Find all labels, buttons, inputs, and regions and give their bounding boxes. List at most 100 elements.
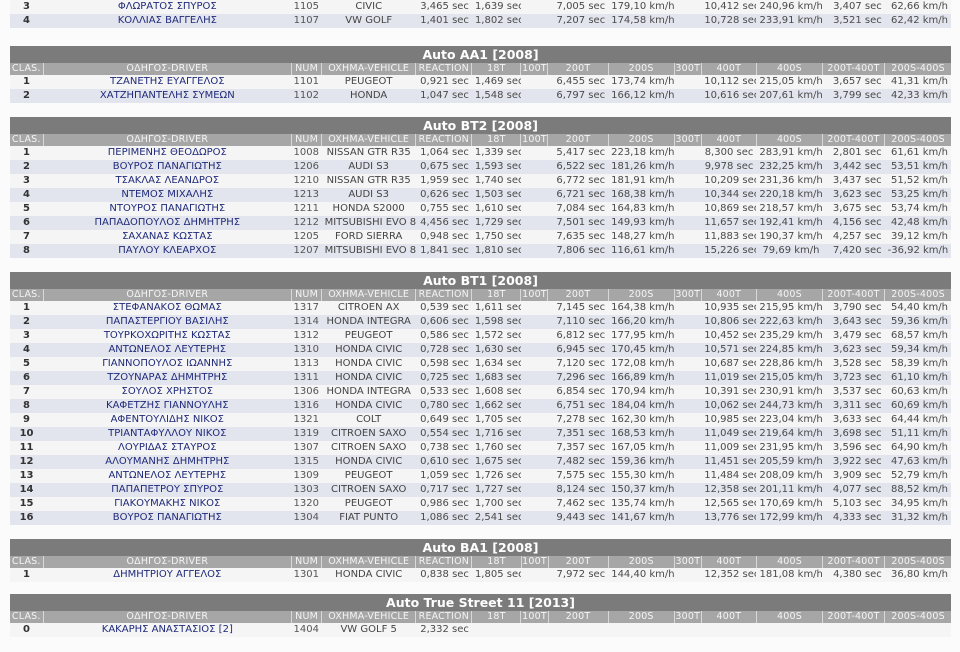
driver-cell[interactable]: ΧΑΤΖΗΠΑΝΤΕΛΗΣ ΣΥΜΕΩΝ (43, 89, 292, 103)
time-300t-cell (674, 568, 702, 582)
speed-200s-cell: 166,89 km/h (608, 371, 675, 385)
diff-time-cell: 4,077 sec (822, 483, 885, 497)
column-header: 100T (520, 63, 549, 75)
reaction-time-cell: 0,649 sec (415, 413, 472, 427)
driver-cell[interactable]: ΝΤΕΜΟΣ ΜΙΧΑΛΗΣ (43, 188, 292, 202)
driver-cell[interactable]: ΓΙΑΝΝΟΠΟΥΛΟΣ ΙΩΑΝΝΗΣ (43, 357, 292, 371)
position-cell: 12 (10, 455, 44, 469)
time-300t-cell (674, 455, 702, 469)
position-cell: 5 (10, 202, 44, 216)
reaction-time-cell: 0,610 sec (415, 455, 472, 469)
reaction-time-cell: 1,086 sec (415, 511, 472, 525)
speed-200s-cell: 173,74 km/h (608, 75, 675, 89)
time-18t-cell: 1,611 sec (471, 301, 521, 315)
column-header: REACTION (415, 63, 473, 75)
time-400t-cell: 10,687 sec (701, 357, 757, 371)
table-row: 10 ΤΡΙΑΝΤΑΦΥΛΛΟΥ ΝΙΚΟΣ 1319 CITROEN SAXO 0,5… (10, 427, 951, 441)
driver-cell[interactable]: ΣΤΕΦΑΝΑΚΟΣ ΘΩΜΑΣ (43, 301, 292, 315)
vehicle-cell: MITSUBISHI EVO 8 (321, 216, 416, 230)
driver-cell[interactable]: ΚΑΦΕΤΖΗΣ ΓΙΑΝΝΟΥΛΗΣ (43, 399, 292, 413)
number-cell: 1206 (291, 160, 322, 174)
speed-200s-cell: 184,04 km/h (608, 399, 675, 413)
driver-cell[interactable]: ΑΛΟΥΜΑΝΗΣ ΔΗΜΗΤΡΗΣ (43, 455, 292, 469)
column-header: 200T (547, 134, 609, 146)
driver-cell[interactable]: ΑΦΕΝΤΟΥΛΙΔΗΣ ΝΙΚΟΣ (43, 413, 292, 427)
class-title: Auto True Street 11 [2013] (10, 594, 951, 611)
driver-cell[interactable]: ΒΟΥΡΟΣ ΠΑΝΑΓΙΩΤΗΣ (43, 160, 292, 174)
class-title-row: Auto True Street 11 [2013] (10, 594, 951, 611)
time-200t-cell: 7,972 sec (548, 568, 609, 582)
time-18t-cell: 1,727 sec (471, 483, 521, 497)
column-header: ΟΔΗΓΟΣ-DRIVER (43, 556, 293, 568)
position-cell: 4 (10, 188, 44, 202)
diff-speed-cell: -36,92 km/h (884, 244, 951, 258)
table-row: 3 ΤΣΑΚΛΑΣ ΛΕΑΝΔΡΟΣ 1210 NISSAN GTR R35 1,959… (10, 174, 951, 188)
driver-cell[interactable]: ΠΑΠΑΣΤΕΡΓΙΟΥ ΒΑΣΙΛΗΣ (43, 315, 292, 329)
reaction-time-cell: 1,959 sec (415, 174, 472, 188)
time-400t-cell: 11,009 sec (701, 441, 757, 455)
driver-cell[interactable]: ΤΖΟΥΝΑΡΑΣ ΔΗΜΗΤΡΗΣ (43, 371, 292, 385)
vehicle-cell: CITROEN SAXO (321, 427, 416, 441)
diff-speed-cell (884, 623, 951, 637)
column-header: 200S (608, 289, 675, 301)
diff-time-cell: 7,420 sec (822, 244, 885, 258)
column-header: CLAS. (10, 611, 44, 623)
table-row: 4 ΑΝΤΩΝΕΛΟΣ ΛΕΥΤΕΡΗΣ 1310 HONDA CIVIC 0,728 … (10, 343, 951, 357)
class-results-table: Auto BT2 [2008] CLAS. ΟΔΗΓΟΣ-DRIVER NUM OXHM… (10, 117, 951, 258)
driver-cell[interactable]: ΤΣΑΚΛΑΣ ΛΕΑΝΔΡΟΣ (43, 174, 292, 188)
driver-cell[interactable]: ΑΝΤΩΝΕΛΟΣ ΛΕΥΤΕΡΗΣ (43, 469, 292, 483)
driver-cell[interactable]: ΠΑΠΑΔΟΠΟΥΛΟΣ ΔΗΜΗΤΡΗΣ (43, 216, 292, 230)
position-cell: 6 (10, 371, 44, 385)
time-200t-cell: 7,575 sec (547, 469, 609, 483)
vehicle-cell: HONDA CIVIC (321, 357, 416, 371)
driver-cell[interactable]: ΚΑΚΑΡΗΣ ΑΝΑΣΤΑΣΙΟΣ [2] (43, 623, 292, 637)
driver-cell[interactable]: ΛΟΥΡΙΔΑΣ ΣΤΑΥΡΟΣ (43, 441, 292, 455)
column-header: 400T (701, 289, 757, 301)
driver-cell[interactable]: ΠΕΡΙΜΕΝΗΣ ΘΕΟΔΩΡΟΣ (43, 146, 292, 160)
time-200t-cell: 6,721 sec (547, 188, 609, 202)
column-header: 18T (471, 63, 522, 75)
driver-cell[interactable]: ΤΡΙΑΝΤΑΦΥΛΛΟΥ ΝΙΚΟΣ (43, 427, 292, 441)
speed-200s-cell: 150,37 km/h (608, 483, 675, 497)
driver-cell[interactable]: ΑΝΤΩΝΕΛΟΣ ΛΕΥΤΕΡΗΣ (43, 343, 292, 357)
position-cell: 7 (10, 230, 44, 244)
time-400t-cell: 10,412 sec (701, 0, 757, 14)
time-18t-cell: 1,750 sec (471, 230, 521, 244)
time-400t-cell: 10,112 sec (701, 75, 757, 89)
speed-200s-cell: 223,18 km/h (608, 146, 675, 160)
speed-200s-cell: 174,58 km/h (608, 14, 675, 28)
driver-cell[interactable]: ΦΛΩΡΑΤΟΣ ΣΠΥΡΟΣ (43, 0, 292, 14)
driver-cell[interactable]: ΠΑΠΑΠΕΤΡΟΥ ΣΠΥΡΟΣ (43, 483, 292, 497)
table-row: 6 ΠΑΠΑΔΟΠΟΥΛΟΣ ΔΗΜΗΤΡΗΣ 1212 MITSUBISHI EVO… (10, 216, 951, 230)
vehicle-cell: HONDA (321, 89, 416, 103)
driver-cell[interactable]: ΔΗΜΗΤΡΙΟΥ ΑΓΓΕΛΟΣ (43, 568, 292, 582)
driver-cell[interactable]: ΝΤΟΥΡΟΣ ΠΑΝΑΓΙΩΤΗΣ (43, 202, 292, 216)
time-300t-cell (674, 160, 702, 174)
time-18t-cell: 1,810 sec (471, 244, 521, 258)
reaction-time-cell: 1,064 sec (415, 146, 472, 160)
driver-cell[interactable]: ΣΟΥΛΟΣ ΧΡΗΣΤΟΣ (43, 385, 292, 399)
driver-cell[interactable]: ΤΟΥΡΚΟΧΩΡΙΤΗΣ ΚΩΣΤΑΣ (43, 329, 292, 343)
vehicle-cell: HONDA CIVIC (321, 343, 416, 357)
driver-cell[interactable]: ΣΑΧΑΝΑΣ ΚΩΣΤΑΣ (43, 230, 292, 244)
driver-cell[interactable]: ΓΙΑΚΟΥΜΑΚΗΣ ΝΙΚΟΣ (43, 497, 292, 511)
driver-cell[interactable]: ΚΟΛΛΙΑΣ ΒΑΓΓΕΛΗΣ (43, 14, 292, 28)
time-300t-cell (674, 511, 702, 525)
reaction-time-cell: 0,554 sec (415, 427, 472, 441)
column-header: 200T (548, 556, 609, 568)
time-400t-cell: 10,209 sec (701, 174, 757, 188)
time-200t-cell: 7,462 sec (547, 497, 609, 511)
speed-200s-cell: 164,38 km/h (608, 301, 675, 315)
speed-400s-cell: 192,41 km/h (756, 216, 823, 230)
driver-cell[interactable]: ΒΟΥΡΟΣ ΠΑΝΑΓΙΩΤΗΣ (43, 511, 292, 525)
diff-time-cell: 3,521 sec (822, 14, 885, 28)
column-header: 18T (471, 134, 522, 146)
reaction-time-cell: 0,728 sec (415, 343, 472, 357)
driver-cell[interactable]: ΠΑΥΛΟΥ ΚΛΕΑΡΧΟΣ (43, 244, 292, 258)
speed-200s-cell: 170,45 km/h (608, 343, 675, 357)
table-row: 1 ΣΤΕΦΑΝΑΚΟΣ ΘΩΜΑΣ 1317 CITROEN AX 0,539 sec… (10, 301, 951, 315)
diff-time-cell: 3,790 sec (822, 301, 885, 315)
column-header-row: CLAS. ΟΔΗΓΟΣ-DRIVER NUM OXHMA-VEHICLE REACTI… (10, 289, 951, 301)
column-header: 200S (608, 134, 675, 146)
driver-cell[interactable]: ΤΖΑΝΕΤΗΣ ΕΥΑΓΓΕΛΟΣ (43, 75, 292, 89)
